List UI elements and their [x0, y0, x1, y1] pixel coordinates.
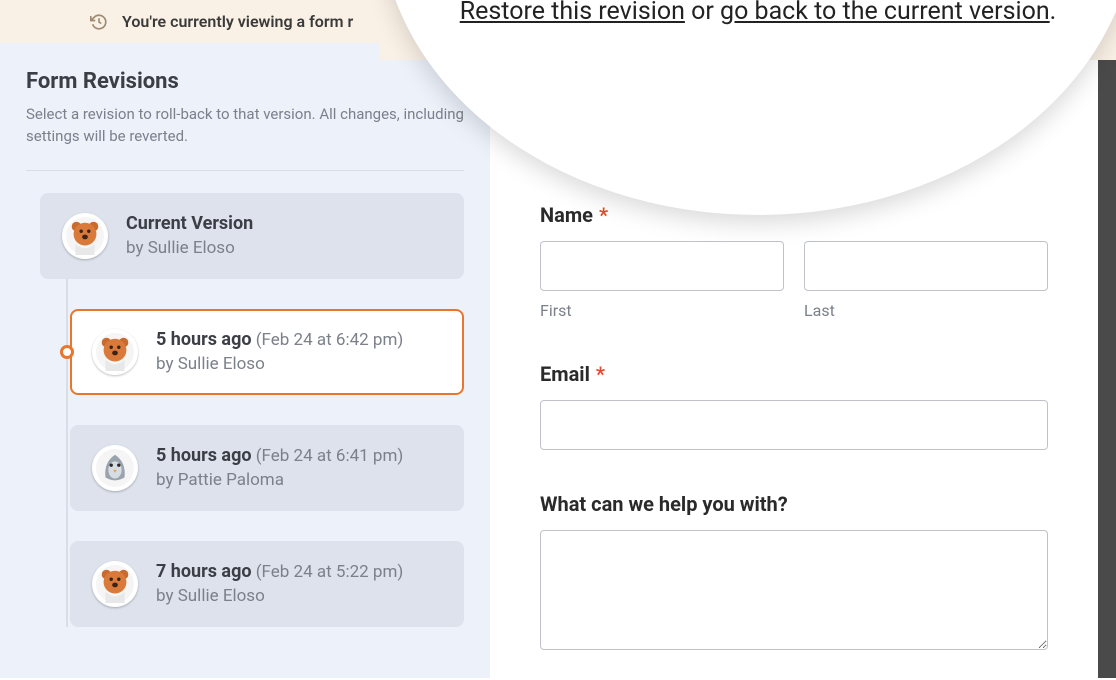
revision-date: (Feb 24 at 6:42 pm): [252, 330, 404, 350]
revision-list: Current Versionby Sullie Eloso5 hours ag…: [26, 193, 464, 627]
field-email: Email*: [540, 362, 1048, 450]
revision-card[interactable]: 7 hours ago (Feb 24 at 5:22 pm) by Sullie…: [70, 541, 464, 627]
revision-info: 5 hours ago (Feb 24 at 6:41 pm) by Pattie…: [156, 445, 403, 490]
zoom-middle: or: [685, 0, 720, 26]
required-asterisk: *: [596, 362, 605, 386]
revision-author: by Sullie Eloso: [156, 586, 403, 606]
go-back-link[interactable]: go back to the current version: [720, 0, 1050, 26]
zoom-period: .: [1050, 0, 1057, 26]
help-label: What can we help you with?: [540, 492, 1048, 516]
name-label-text: Name: [540, 203, 593, 227]
revision-card[interactable]: 5 hours ago (Feb 24 at 6:41 pm) by Pattie…: [70, 425, 464, 511]
email-input[interactable]: [540, 400, 1048, 450]
last-name-input[interactable]: [804, 241, 1048, 291]
field-help: What can we help you with?: [540, 492, 1048, 654]
sidebar-title: Form Revisions: [26, 69, 464, 94]
first-name-input[interactable]: [540, 241, 784, 291]
bear-avatar-icon: [92, 329, 138, 375]
last-sublabel: Last: [804, 301, 1048, 320]
revision-time: 5 hours ago: [156, 445, 252, 466]
revisions-sidebar: Form Revisions Select a revision to roll…: [0, 43, 490, 678]
revision-date: (Feb 24 at 5:22 pm): [252, 562, 404, 582]
revision-info: 7 hours ago (Feb 24 at 5:22 pm) by Sullie…: [156, 561, 403, 606]
history-icon: [90, 13, 108, 31]
revision-info: 5 hours ago (Feb 24 at 6:42 pm) by Sullie…: [156, 329, 403, 374]
revision-author: by Sullie Eloso: [126, 238, 253, 258]
timeline-dot: [60, 345, 74, 359]
timeline-line: [66, 243, 68, 627]
required-asterisk: *: [599, 203, 608, 227]
revision-time: Current Version: [126, 213, 253, 234]
sidebar-description: Select a revision to roll-back to that v…: [26, 104, 464, 148]
revision-time: 7 hours ago: [156, 561, 252, 582]
revision-author: by Sullie Eloso: [156, 354, 403, 374]
email-label-text: Email: [540, 362, 590, 386]
field-name: Name* First Last: [540, 203, 1048, 320]
help-textarea[interactable]: [540, 530, 1048, 650]
divider: [26, 170, 464, 171]
bear-avatar-icon: [92, 561, 138, 607]
revision-info: Current Version by Sullie Eloso: [126, 213, 253, 258]
zoom-content: Restore this revision or go back to the …: [460, 0, 1057, 26]
bear-avatar-icon: [62, 213, 108, 259]
revision-author: by Pattie Paloma: [156, 470, 403, 490]
revision-date: (Feb 24 at 6:41 pm): [252, 446, 404, 466]
revision-card[interactable]: Current Version by Sullie Eloso: [40, 193, 464, 279]
first-sublabel: First: [540, 301, 784, 320]
email-label: Email*: [540, 362, 1048, 386]
bird-avatar-icon: [92, 445, 138, 491]
revision-time: 5 hours ago: [156, 329, 252, 350]
notice-text: You're currently viewing a form r: [122, 12, 353, 31]
revision-card[interactable]: 5 hours ago (Feb 24 at 6:42 pm) by Sullie…: [70, 309, 464, 395]
restore-revision-link[interactable]: Restore this revision: [460, 0, 685, 26]
